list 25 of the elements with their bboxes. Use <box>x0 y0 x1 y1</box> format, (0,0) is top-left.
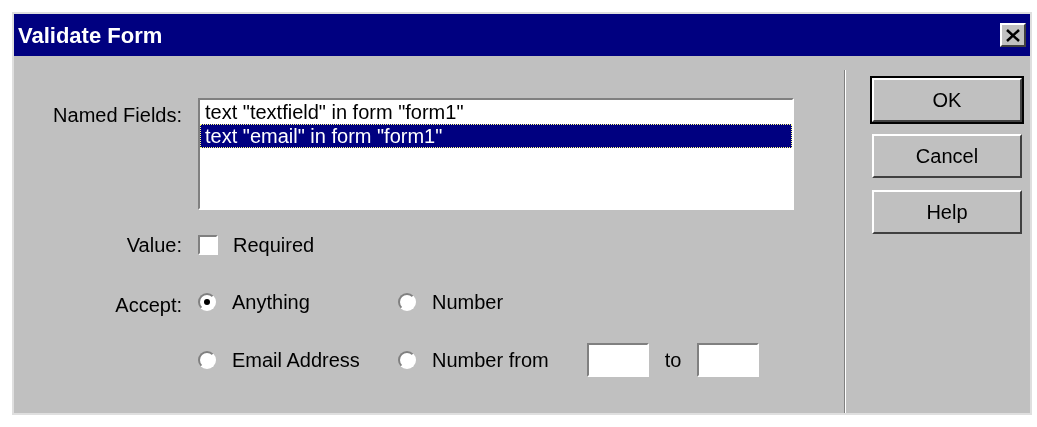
radio-label: Number from <box>432 348 549 373</box>
field-label: Value: <box>125 233 182 258</box>
close-button[interactable] <box>1000 23 1026 47</box>
radio-button[interactable] <box>398 351 416 369</box>
fields-list[interactable]: text "textfield" in form "form1" text "email" in form "form1" <box>198 98 794 210</box>
dialog-button[interactable]: OK <box>872 78 1022 122</box>
radio-label: Anything <box>232 290 310 315</box>
radio-button[interactable] <box>198 293 216 311</box>
window-title: Validate Form <box>18 21 163 50</box>
range-label: to <box>664 348 682 373</box>
close-icon <box>1006 28 1020 42</box>
input-field[interactable] <box>697 343 760 377</box>
radio-button[interactable] <box>198 351 216 369</box>
dialog-button[interactable]: Cancel <box>872 134 1022 178</box>
field-label: Accept: <box>114 293 182 318</box>
list-item[interactable]: text "textfield" in form "form1" <box>200 100 792 124</box>
radio-label: Number <box>432 290 504 315</box>
input-field[interactable] <box>586 343 649 377</box>
checkbox[interactable] <box>198 235 218 255</box>
checkbox-label: Required <box>233 233 315 258</box>
field-label: Named Fields: <box>52 103 182 128</box>
dialog-button[interactable]: Help <box>872 190 1022 234</box>
list-item[interactable]: text "email" in form "form1" <box>200 124 792 148</box>
radio-label: Email Address <box>232 348 360 373</box>
radio-button[interactable] <box>398 293 416 311</box>
